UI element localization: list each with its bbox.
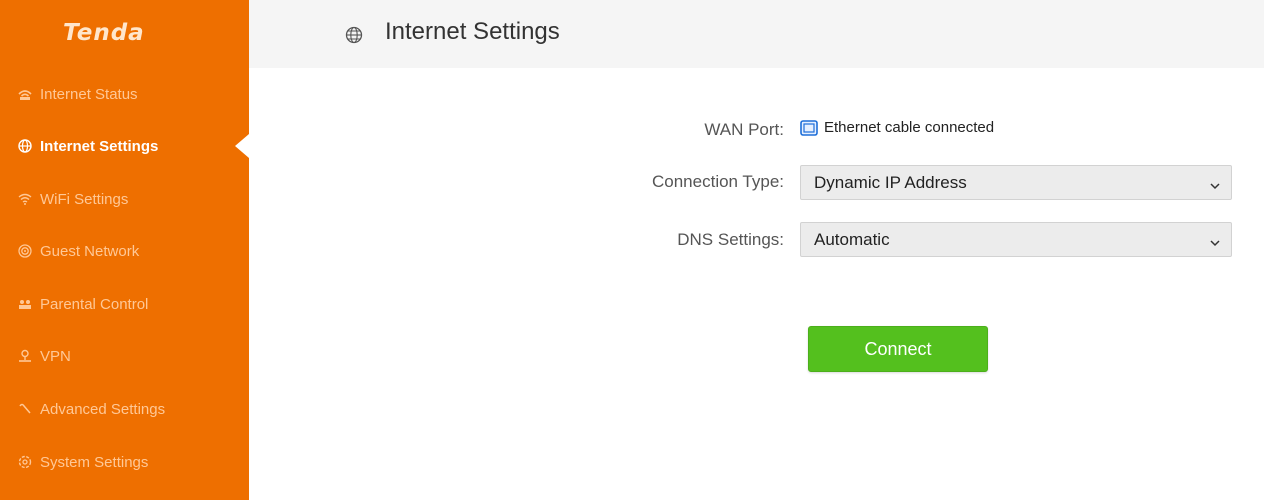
gear-icon — [18, 455, 32, 469]
sidebar-item-label: System Settings — [40, 453, 149, 471]
wifi-icon — [18, 192, 32, 206]
chevron-down-icon — [1209, 234, 1221, 247]
internet-status-icon — [18, 87, 32, 101]
wan-port-status-text: Ethernet cable connected — [824, 119, 995, 136]
connection-type-value: Dynamic IP Address — [814, 172, 967, 192]
dns-settings-label: DNS Settings: — [677, 230, 784, 249]
sidebar-item-label: Advanced Settings — [40, 400, 166, 418]
sidebar-item-advanced-settings[interactable]: Advanced Settings — [0, 389, 249, 429]
sidebar-item-parental-control[interactable]: Parental Control — [0, 284, 249, 324]
page-title: Internet Settings — [385, 18, 560, 45]
ethernet-port-icon — [800, 119, 818, 136]
sidebar-item-internet-settings[interactable]: Internet Settings — [0, 126, 249, 166]
connection-type-select[interactable]: Dynamic IP Address — [800, 165, 1232, 200]
active-indicator — [235, 134, 249, 158]
chevron-down-icon — [1209, 177, 1221, 190]
sidebar-item-label: VPN — [40, 347, 71, 365]
wan-port-status: Ethernet cable connected — [800, 119, 994, 136]
vpn-icon — [18, 349, 32, 363]
connection-type-label: Connection Type: — [652, 172, 784, 191]
connect-button[interactable]: Connect — [808, 326, 988, 372]
sidebar-item-vpn[interactable]: VPN — [0, 336, 249, 376]
globe-icon — [345, 26, 363, 44]
guest-network-icon — [18, 244, 32, 258]
page-header: Internet Settings — [249, 0, 1264, 68]
sidebar-item-label: WiFi Settings — [40, 190, 129, 208]
sidebar-item-wifi-settings[interactable]: WiFi Settings — [0, 179, 249, 219]
wan-port-label: WAN Port: — [704, 120, 784, 139]
wrench-icon — [18, 402, 32, 416]
sidebar-item-label: Parental Control — [40, 295, 149, 313]
parental-control-icon — [18, 297, 32, 311]
sidebar-item-label: Internet Status — [40, 85, 138, 103]
sidebar-item-label: Internet Settings — [40, 137, 159, 155]
dns-settings-value: Automatic — [814, 229, 890, 249]
globe-icon — [18, 139, 32, 153]
sidebar-item-internet-status[interactable]: Internet Status — [0, 74, 249, 114]
sidebar-item-label: Guest Network — [40, 242, 140, 260]
sidebar-item-system-settings[interactable]: System Settings — [0, 442, 249, 482]
tenda-logo: Tenda — [63, 20, 145, 46]
sidebar: Tenda Internet Status Internet Settings … — [0, 0, 249, 500]
sidebar-item-guest-network[interactable]: Guest Network — [0, 231, 249, 271]
dns-settings-select[interactable]: Automatic — [800, 222, 1232, 257]
